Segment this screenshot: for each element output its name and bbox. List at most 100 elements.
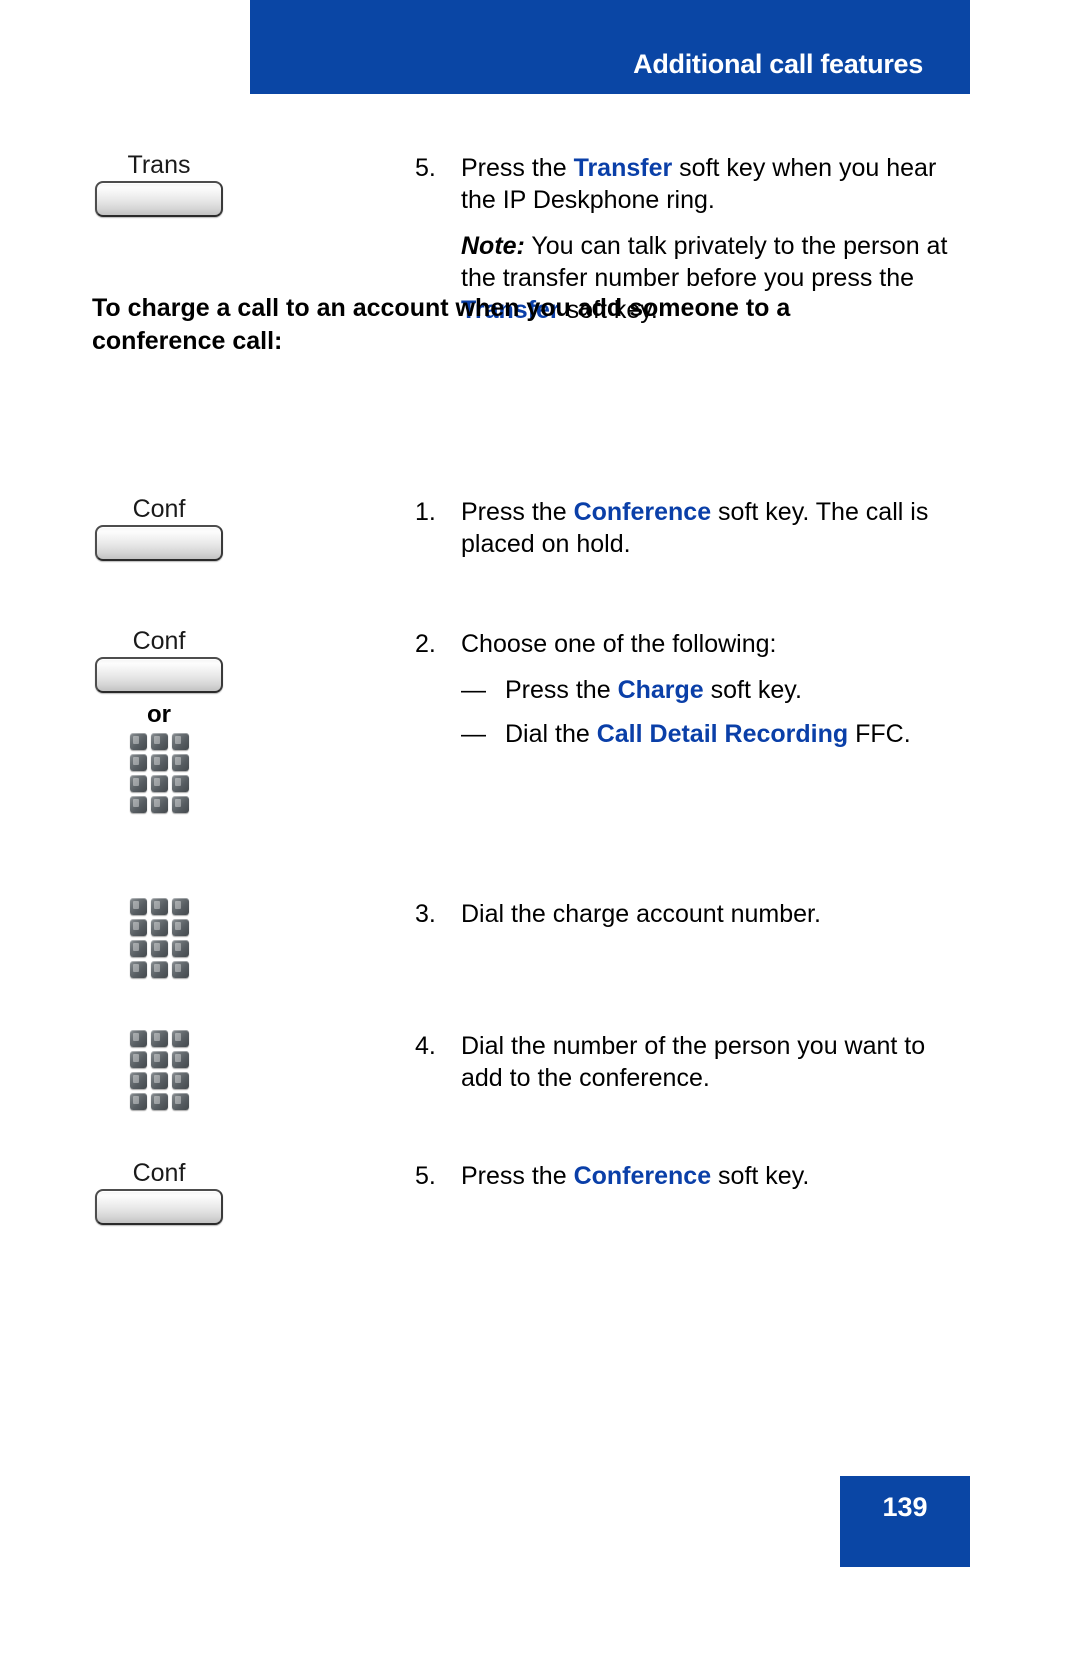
softkey-conf-label: Conf <box>132 1159 186 1187</box>
step-line: 5. Press the Conference soft key. <box>415 1160 1040 1192</box>
softkey-trans-label: Trans <box>127 151 191 179</box>
dialpad-key[interactable] <box>150 796 168 814</box>
em-dash-bullet: — <box>461 720 486 748</box>
softkey-button-icon[interactable] <box>95 525 223 562</box>
softkey-conf-label: Conf <box>132 495 186 523</box>
step-number: 1. <box>415 498 436 526</box>
softkey-conf-label: Conf <box>132 627 186 655</box>
section-heading: To charge a call to an account when you … <box>92 294 791 355</box>
step-text: Dial the number of the person you want t… <box>461 1032 926 1092</box>
dialpad-key[interactable] <box>150 919 168 936</box>
dialpad-key[interactable] <box>150 1072 168 1089</box>
step-number: 5. <box>415 1162 436 1190</box>
dialpad-icon[interactable] <box>129 733 189 814</box>
page-header-title: Additional call features <box>633 49 923 79</box>
dialpad-key[interactable] <box>171 898 189 915</box>
step-line: 3. Dial the charge account number. <box>415 898 1040 930</box>
or-separator-label: or <box>147 701 171 729</box>
keyword-transfer: Transfer <box>573 154 673 182</box>
step-icon-gutter <box>0 898 415 978</box>
step-text: Press the Conference soft key. The call … <box>461 498 929 558</box>
dialpad-key[interactable] <box>150 1030 168 1047</box>
dialpad-icon[interactable] <box>129 898 189 978</box>
softkey-trans[interactable]: Trans <box>95 151 223 218</box>
dialpad-key[interactable] <box>171 919 189 936</box>
dialpad-key[interactable] <box>171 961 189 978</box>
note-label: Note: <box>461 232 525 260</box>
dialpad-key[interactable] <box>171 1030 189 1047</box>
sub-option-cdr: — Dial the Call Detail Recording FFC. <box>461 718 1040 750</box>
step-number: 4. <box>415 1032 436 1060</box>
dialpad-key[interactable] <box>129 1072 147 1089</box>
sub-option-text: Press the Charge soft key. <box>505 676 802 704</box>
sub-option-list: — Press the Charge soft key. — Dial the … <box>461 674 1040 750</box>
softkey-button-icon[interactable] <box>95 657 223 694</box>
dialpad-key[interactable] <box>129 1093 147 1110</box>
step-text: Press the Conference soft key. <box>461 1162 810 1190</box>
page-number-box: 139 <box>840 1476 970 1567</box>
step-icon-gutter: Conf <box>0 495 415 562</box>
step-number: 2. <box>415 630 436 658</box>
sub-option-text: Dial the Call Detail Recording FFC. <box>505 720 911 748</box>
step-line: 5. Press the Transfer soft key when you … <box>415 152 1040 216</box>
dialpad-key[interactable] <box>171 796 189 814</box>
dialpad-key[interactable] <box>171 1072 189 1089</box>
procedure-step-conference-1: Conf 1. Press the Conference soft key. T… <box>0 495 1080 562</box>
procedure-step-conference-5: Conf 5. Press the Conference soft key. <box>0 1159 1080 1226</box>
step-number: 5. <box>415 154 436 182</box>
em-dash-bullet: — <box>461 676 486 704</box>
keyword-call-detail-recording: Call Detail Recording <box>596 720 849 748</box>
step-line: 2. Choose one of the following: <box>415 628 1040 660</box>
procedure-step-dial-charge-account: 3. Dial the charge account number. <box>0 898 1080 978</box>
softkey-conf[interactable]: Conf <box>95 495 223 562</box>
keyword-charge: Charge <box>617 676 704 704</box>
dialpad-key[interactable] <box>129 775 147 793</box>
dialpad-key[interactable] <box>129 919 147 936</box>
dialpad-key[interactable] <box>171 1051 189 1068</box>
softkey-button-icon[interactable] <box>95 1189 223 1226</box>
step-body: 1. Press the Conference soft key. The ca… <box>415 496 1080 560</box>
dialpad-key[interactable] <box>129 1051 147 1068</box>
dialpad-key[interactable] <box>150 754 168 772</box>
step-icon-gutter <box>0 1030 415 1110</box>
dialpad-key[interactable] <box>150 775 168 793</box>
step-text: Choose one of the following: <box>461 630 777 658</box>
dialpad-icon[interactable] <box>129 1030 189 1110</box>
dialpad-key[interactable] <box>129 940 147 957</box>
softkey-conf-or-keypad[interactable]: Conf or <box>95 627 223 814</box>
dialpad-key[interactable] <box>129 754 147 772</box>
dialpad-key[interactable] <box>150 733 168 751</box>
dialpad-key[interactable] <box>171 754 189 772</box>
step-line: 4. Dial the number of the person you wan… <box>415 1030 1040 1094</box>
dialpad-key[interactable] <box>129 733 147 751</box>
dialpad-key[interactable] <box>129 796 147 814</box>
step-text: Press the Transfer soft key when you hea… <box>461 154 937 214</box>
dialpad-key[interactable] <box>150 961 168 978</box>
dialpad-key[interactable] <box>129 961 147 978</box>
dialpad-key[interactable] <box>150 898 168 915</box>
dialpad-key[interactable] <box>129 898 147 915</box>
dialpad-key[interactable] <box>171 775 189 793</box>
softkey-button-icon[interactable] <box>95 181 223 218</box>
page-number: 139 <box>882 1492 928 1522</box>
step-text: Dial the charge account number. <box>461 900 821 928</box>
step-line: 1. Press the Conference soft key. The ca… <box>415 496 1040 560</box>
step-icon-gutter: Trans <box>0 151 415 218</box>
step-number: 3. <box>415 900 436 928</box>
dialpad-key[interactable] <box>129 1030 147 1047</box>
dialpad-key[interactable] <box>150 1051 168 1068</box>
dialpad-key[interactable] <box>150 940 168 957</box>
softkey-conf[interactable]: Conf <box>95 1159 223 1226</box>
step-icon-gutter: Conf <box>0 1159 415 1226</box>
dialpad-key[interactable] <box>171 1093 189 1110</box>
step-icon-gutter: Conf or <box>0 627 415 814</box>
step-body: 2. Choose one of the following: — Press … <box>415 628 1080 750</box>
dialpad-key[interactable] <box>150 1093 168 1110</box>
step-body: 3. Dial the charge account number. <box>415 898 1080 930</box>
keyword-conference: Conference <box>573 498 712 526</box>
procedure-step-choose: Conf or 2. Choose one of the following: … <box>0 627 1080 814</box>
procedure-step-dial-person: 4. Dial the number of the person you wan… <box>0 1030 1080 1110</box>
dialpad-key[interactable] <box>171 940 189 957</box>
step-body: 4. Dial the number of the person you wan… <box>415 1030 1080 1094</box>
dialpad-key[interactable] <box>171 733 189 751</box>
